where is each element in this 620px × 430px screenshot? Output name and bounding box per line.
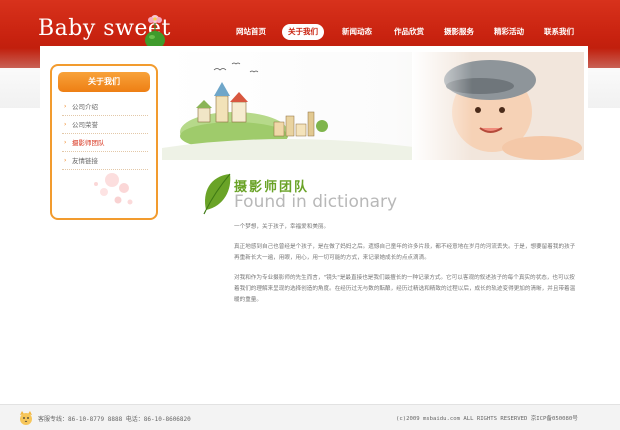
nav-contact[interactable]: 联系我们 xyxy=(544,24,574,40)
sidebar-item-label: 摄影师团队 xyxy=(72,139,105,147)
nav-services[interactable]: 摄影服务 xyxy=(444,24,474,40)
bullet-icon: › xyxy=(64,157,67,164)
sidebar-title: 关于我们 xyxy=(58,72,150,92)
paragraph: 对我和作为专业摄影师的先生而言，"镜头"是最直接也是我们最擅长的一种记录方式。它… xyxy=(234,275,576,303)
bullet-icon: › xyxy=(64,121,67,128)
footer-copyright: (c)2009 msbaidu.com ALL RIGHTS RESERVED … xyxy=(396,416,578,422)
leaf-icon xyxy=(203,173,231,215)
article-body: 一个梦想，关于孩子，幸福爱和美丽。 真正地感到自己也曾经是个孩子，是在做了妈妈之… xyxy=(234,222,580,315)
banner-illustration xyxy=(162,52,584,160)
sidebar-item-team[interactable]: › 摄影师团队 xyxy=(62,134,148,152)
main-nav: 网站首页 关于我们 新闻动态 作品欣赏 摄影服务 精彩活动 联系我们 xyxy=(236,24,596,40)
nav-about[interactable]: 关于我们 xyxy=(282,24,324,40)
nav-home[interactable]: 网站首页 xyxy=(236,24,266,40)
paragraph: 真正地感到自己也曾经是个孩子，是在做了妈妈之后。遗憾自己童年的许多片段，都不经意… xyxy=(234,244,576,261)
bullet-icon: › xyxy=(64,139,67,146)
cat-face-icon xyxy=(20,411,32,425)
sidebar-item-label: 公司介绍 xyxy=(72,103,98,111)
nav-events[interactable]: 精彩活动 xyxy=(494,24,524,40)
hero-banner xyxy=(162,52,584,160)
footer-contact: 客服专线：86-10-8779 8888 电话：86-10-8606820 xyxy=(38,416,191,423)
footer: 客服专线：86-10-8779 8888 电话：86-10-8606820 (c… xyxy=(0,404,620,430)
bullet-icon: › xyxy=(64,103,67,110)
sidebar-item-company-intro[interactable]: › 公司介绍 xyxy=(62,98,148,116)
nav-works[interactable]: 作品欣赏 xyxy=(394,24,424,40)
sidebar-list: › 公司介绍 › 公司荣誉 › 摄影师团队 › 友情链接 xyxy=(62,98,148,170)
sidebar-item-label: 友情链接 xyxy=(72,157,98,165)
nav-news[interactable]: 新闻动态 xyxy=(342,24,372,40)
sidebar-item-honors[interactable]: › 公司荣誉 xyxy=(62,116,148,134)
sidebar-item-label: 公司荣誉 xyxy=(72,121,98,129)
paragraph: 一个梦想，关于孩子，幸福爱和美丽。 xyxy=(234,224,330,230)
sidebar: 关于我们 › 公司介绍 › 公司荣誉 › 摄影师团队 › 友情链接 xyxy=(50,64,158,220)
bubbles-decoration xyxy=(94,173,133,205)
section-subtitle: Found in dictionary xyxy=(234,192,398,212)
